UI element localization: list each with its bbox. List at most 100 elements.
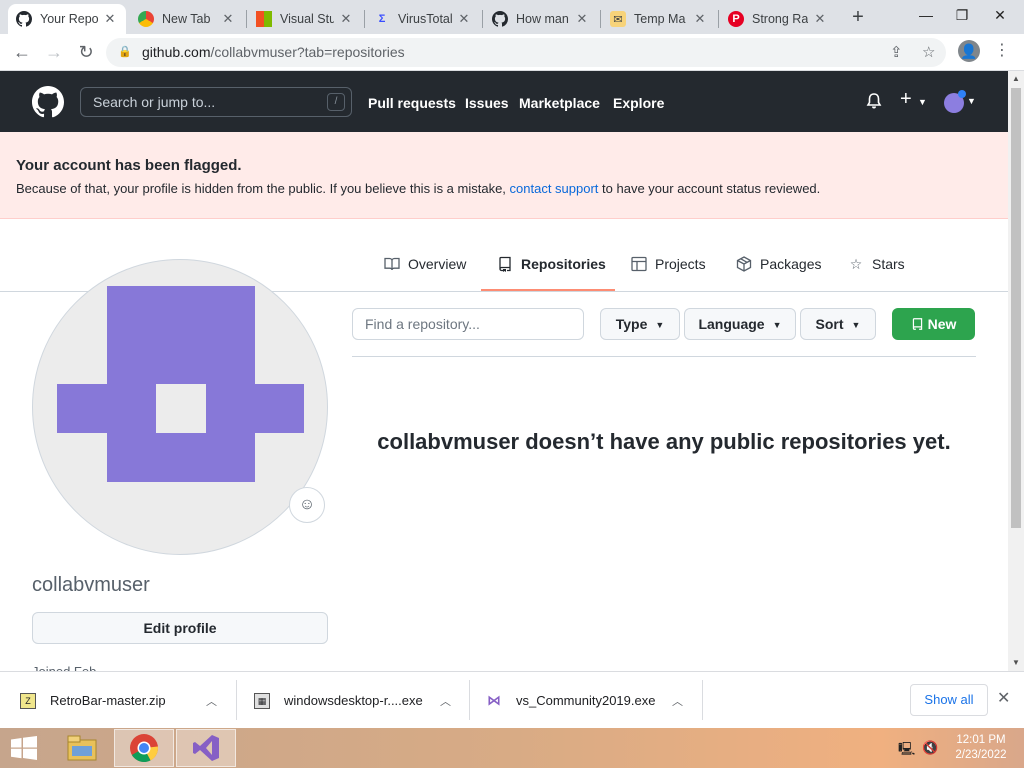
share-icon[interactable]: ⇪ (890, 38, 903, 67)
browser-tab-temp-mail[interactable]: ✉ Temp Ma ✕ (602, 4, 716, 34)
lock-icon[interactable]: 🔒 (118, 38, 132, 67)
chrome-icon (138, 11, 154, 27)
back-arrow-icon[interactable]: ← (10, 40, 34, 64)
chrome-taskbar-icon[interactable] (114, 729, 174, 767)
pinterest-icon: P (728, 11, 744, 27)
browser-tab-strong-random[interactable]: P Strong Ra ✕ (720, 4, 836, 34)
language-filter-button[interactable]: Language ▼ (684, 308, 796, 340)
browser-tab-strip: Your Repo ✕ New Tab ✕ Visual Stu ✕ Σ Vir… (0, 0, 1024, 34)
empty-repositories-message: collabvmuser doesn’t have any public rep… (377, 429, 951, 454)
divider (236, 680, 237, 720)
tab-label: Your Repo (40, 12, 98, 26)
volume-muted-icon[interactable]: 🔇 (922, 740, 938, 756)
new-repository-button[interactable]: New (892, 308, 975, 340)
github-icon (16, 11, 32, 27)
windows-taskbar: 🖳 🔇 12:01 PM 2/23/2022 (0, 728, 1024, 768)
close-tab-icon[interactable]: ✕ (812, 11, 828, 27)
repo-icon (497, 256, 513, 272)
tab-overview[interactable]: Overview (384, 256, 466, 272)
set-status-smiley-icon[interactable]: ☺ (289, 487, 325, 523)
scroll-down-arrow-icon[interactable]: ▼ (1008, 655, 1024, 671)
clock-date: 2/23/2022 (955, 749, 1007, 761)
profile-avatar[interactable] (32, 259, 328, 555)
contact-support-link[interactable]: contact support (510, 181, 599, 196)
file-explorer-taskbar-icon[interactable] (52, 729, 112, 767)
reload-icon[interactable]: ↻ (74, 40, 98, 64)
virustotal-icon: Σ (378, 13, 386, 25)
divider (469, 680, 470, 720)
tab-divider (718, 10, 719, 28)
new-tab-button[interactable]: + (846, 6, 870, 30)
visual-studio-installer-taskbar-icon[interactable] (176, 729, 236, 767)
start-button[interactable] (0, 729, 48, 767)
scroll-up-arrow-icon[interactable]: ▲ (1008, 71, 1024, 87)
close-tab-icon[interactable]: ✕ (102, 11, 118, 27)
address-bar[interactable]: 🔒 github.com/collabvmuser?tab=repositori… (106, 38, 946, 67)
download-item[interactable]: Z RetroBar-master.zip ︿ (20, 672, 230, 729)
chevron-down-icon: ▼ (851, 320, 861, 330)
tab-divider (246, 10, 247, 28)
chevron-up-icon[interactable]: ︿ (440, 693, 451, 709)
close-tab-icon[interactable]: ✕ (692, 11, 708, 27)
url-text: github.com/collabvmuser?tab=repositories (142, 44, 405, 60)
nav-marketplace[interactable]: Marketplace (519, 95, 600, 111)
flag-message: Because of that, your profile is hidden … (16, 181, 821, 196)
divider (352, 356, 976, 357)
browser-tab-how-many[interactable]: How man ✕ (484, 4, 598, 34)
search-placeholder: Search or jump to... (93, 94, 216, 110)
user-avatar-menu[interactable] (944, 90, 966, 113)
microsoft-icon (256, 11, 272, 27)
network-icon[interactable]: 🖳 (898, 740, 915, 762)
browser-tab-virustotal[interactable]: Σ VirusTotal ✕ (366, 4, 480, 34)
identicon-block (107, 286, 255, 384)
tab-projects[interactable]: Projects (631, 256, 706, 272)
browser-tab-visual-studio[interactable]: Visual Stu ✕ (248, 4, 362, 34)
download-item[interactable]: ⋈ vs_Community2019.exe ︿ (486, 672, 696, 729)
close-window-button[interactable]: ✕ (982, 0, 1018, 34)
close-tab-icon[interactable]: ✕ (574, 11, 590, 27)
tab-divider (364, 10, 365, 28)
sort-button[interactable]: Sort ▼ (800, 308, 876, 340)
browser-toolbar: ← → ↻ 🔒 github.com/collabvmuser?tab=repo… (0, 34, 1024, 71)
tab-label: VirusTotal (398, 12, 452, 26)
find-repository-input[interactable]: Find a repository... (352, 308, 584, 340)
browser-tab-new-tab[interactable]: New Tab ✕ (130, 4, 244, 34)
close-tab-icon[interactable]: ✕ (220, 11, 236, 27)
browser-tab-your-repos[interactable]: Your Repo ✕ (8, 4, 126, 34)
tab-repositories[interactable]: Repositories (497, 256, 606, 272)
clock-time: 12:01 PM (956, 734, 1006, 746)
browser-profile-icon[interactable]: 👤 (958, 40, 980, 62)
system-clock[interactable]: 12:01 PM 2/23/2022 (946, 733, 1016, 763)
close-tab-icon[interactable]: ✕ (338, 11, 354, 27)
restore-button[interactable]: ❐ (944, 0, 980, 34)
close-tab-icon[interactable]: ✕ (456, 11, 472, 27)
downloads-shelf: Z RetroBar-master.zip ︿ ▦ windowsdesktop… (0, 671, 1024, 728)
bell-icon[interactable] (866, 92, 882, 115)
nav-explore[interactable]: Explore (613, 95, 664, 111)
edit-profile-button[interactable]: Edit profile (32, 612, 328, 644)
type-filter-button[interactable]: Type ▼ (600, 308, 680, 340)
github-search-input[interactable]: Search or jump to... / (80, 87, 352, 117)
nav-pull-requests[interactable]: Pull requests (368, 95, 456, 111)
chevron-down-icon[interactable]: ▼ (967, 96, 976, 106)
chevron-down-icon[interactable]: ▼ (918, 97, 927, 107)
tab-stars[interactable]: ☆ Stars (848, 256, 905, 273)
nav-issues[interactable]: Issues (465, 95, 509, 111)
windows-logo-icon (11, 736, 37, 760)
create-new-plus-icon[interactable]: + (900, 88, 912, 111)
download-item[interactable]: ▦ windowsdesktop-r....exe ︿ (254, 672, 464, 729)
chevron-up-icon[interactable]: ︿ (672, 693, 683, 709)
divider (702, 680, 703, 720)
github-logo-icon[interactable] (32, 86, 64, 118)
close-icon[interactable]: ✕ (997, 688, 1010, 708)
minimize-button[interactable]: — (908, 0, 944, 34)
browser-menu-icon[interactable]: ⋮ (994, 40, 1010, 62)
scrollbar-thumb[interactable] (1011, 88, 1021, 528)
tab-divider (600, 10, 601, 28)
chevron-up-icon[interactable]: ︿ (206, 693, 217, 709)
tab-packages[interactable]: Packages (736, 256, 821, 272)
exe-file-icon: ▦ (254, 692, 270, 709)
forward-arrow-icon[interactable]: → (42, 40, 66, 64)
show-all-downloads-button[interactable]: Show all (910, 684, 988, 716)
bookmark-star-icon[interactable]: ☆ (922, 38, 935, 67)
